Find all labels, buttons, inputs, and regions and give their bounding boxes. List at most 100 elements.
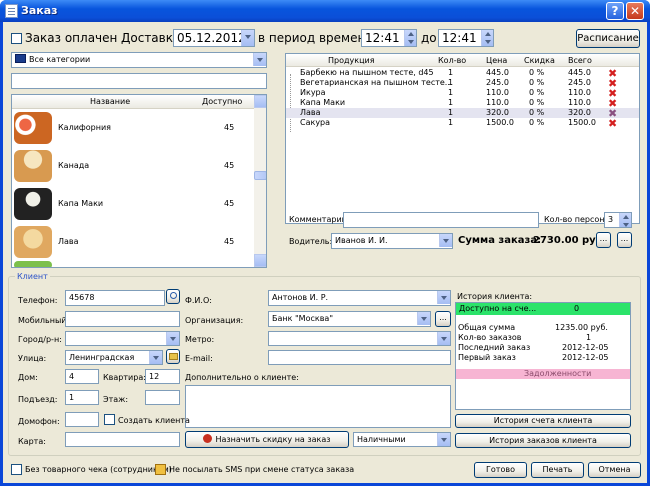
cell-qty: 1: [448, 88, 454, 97]
table-row[interactable]: Икура 1 110.0 0 % 110.0 ✖: [286, 88, 639, 99]
chevron-down-icon[interactable]: [437, 291, 450, 304]
floor-input[interactable]: [145, 390, 180, 405]
metro-select[interactable]: [268, 331, 451, 346]
persons-spinner[interactable]: [619, 213, 631, 227]
product-available: 45: [224, 237, 235, 246]
no-receipt-checkbox[interactable]: [11, 464, 22, 475]
time-from-field[interactable]: 12:41: [361, 29, 417, 47]
list-item[interactable]: Капа Маки 45: [12, 185, 254, 223]
table-row[interactable]: Барбекю на пышном тесте, d45 1 445.0 0 %…: [286, 68, 639, 79]
cell-qty: 1: [448, 118, 454, 127]
col-discount-header[interactable]: Скидка: [524, 56, 555, 65]
persons-field[interactable]: 3: [604, 212, 632, 228]
schedule-button[interactable]: Расписание: [576, 29, 640, 48]
entrance-input[interactable]: 1: [65, 390, 99, 405]
print-button[interactable]: Печать: [531, 462, 584, 478]
driver-select[interactable]: Иванов И. И.: [331, 233, 453, 249]
help-button[interactable]: ?: [606, 2, 624, 20]
cell-discount: 0 %: [529, 88, 545, 97]
no-sms-checkbox[interactable]: [155, 464, 166, 475]
search-icon: [169, 292, 177, 299]
floor-label: Этаж:: [103, 395, 129, 404]
chevron-down-icon[interactable]: [166, 332, 179, 345]
product-image: [14, 188, 52, 220]
scroll-up-button[interactable]: [254, 95, 266, 108]
street-select[interactable]: Ленинградская: [65, 350, 163, 365]
cell-qty: 1: [448, 68, 454, 77]
list-item[interactable]: Калифорния 45: [12, 109, 254, 147]
account-history-button[interactable]: История счета клиента: [455, 414, 631, 428]
col-available-header[interactable]: Доступно: [202, 97, 242, 106]
orders-count-value: 1: [586, 333, 592, 342]
street-map-button[interactable]: [166, 349, 180, 364]
chevron-down-icon[interactable]: [241, 30, 254, 46]
sum-extra-button[interactable]: ...: [617, 232, 632, 248]
payment-select[interactable]: Наличными: [353, 432, 451, 447]
phone-input[interactable]: 45678: [65, 290, 165, 306]
house-input[interactable]: 4: [65, 369, 99, 384]
driver-value: Иванов И. И.: [335, 236, 388, 245]
order-sum-label: Сумма заказа:: [458, 235, 542, 246]
close-button[interactable]: ✕: [626, 2, 644, 20]
email-input[interactable]: [268, 350, 451, 365]
chevron-down-icon[interactable]: [437, 332, 450, 345]
paid-checkbox[interactable]: [11, 33, 22, 44]
orders-history-button[interactable]: История заказов клиента: [455, 433, 631, 448]
city-select[interactable]: [65, 331, 180, 346]
flat-input[interactable]: 12: [145, 369, 180, 384]
time-to-spinner[interactable]: [481, 30, 493, 46]
col-price-header[interactable]: Цена: [486, 56, 507, 65]
window-client-area: Заказ оплачен Доставка 05.12.2012 в пери…: [3, 22, 647, 483]
product-search-input[interactable]: [11, 73, 267, 89]
table-row[interactable]: Капа Маки 1 110.0 0 % 110.0 ✖: [286, 98, 639, 109]
assign-discount-button[interactable]: Назначить скидку на заказ: [185, 431, 349, 448]
card-input[interactable]: [65, 432, 180, 447]
time-from-value: 12:41: [365, 31, 400, 45]
fio-select[interactable]: Антонов И. Р.: [268, 290, 451, 306]
phone-search-button[interactable]: [166, 289, 180, 304]
intercom-input[interactable]: [65, 412, 99, 427]
chevron-down-icon[interactable]: [253, 53, 266, 66]
table-row[interactable]: Сакура 1 1500.0 0 % 1500.0 ✖: [286, 118, 639, 129]
cancel-button[interactable]: Отмена: [588, 462, 641, 478]
cell-total: 445.0: [568, 68, 591, 77]
sum-details-button[interactable]: ...: [596, 232, 611, 248]
col-total-header[interactable]: Всего: [568, 56, 592, 65]
cell-qty: 1: [448, 98, 454, 107]
chevron-down-icon[interactable]: [437, 433, 450, 446]
chevron-down-icon[interactable]: [149, 351, 162, 364]
ready-button[interactable]: Готово: [474, 462, 527, 478]
delete-icon[interactable]: ✖: [608, 118, 617, 129]
list-item[interactable]: [12, 261, 254, 267]
scroll-down-button[interactable]: [254, 254, 266, 267]
category-select[interactable]: Все категории: [11, 52, 267, 68]
list-item[interactable]: Канада 45: [12, 147, 254, 185]
cell-price: 245.0: [486, 78, 509, 87]
comment-input[interactable]: [343, 212, 539, 228]
col-product-header[interactable]: Продукция: [328, 56, 375, 65]
phone-label: Телефон:: [18, 296, 58, 305]
product-list-scrollbar[interactable]: [254, 95, 266, 267]
total-sum-value: 1235.00 руб.: [555, 323, 608, 332]
cell-product: Сакура: [300, 118, 331, 127]
list-item[interactable]: Лава 45: [12, 223, 254, 261]
title-bar[interactable]: Заказ ? ✕: [0, 0, 650, 22]
col-name-header[interactable]: Название: [90, 97, 130, 106]
time-from-spinner[interactable]: [404, 30, 416, 46]
table-row[interactable]: Вегетарианская на пышном тесте... 1 245.…: [286, 78, 639, 89]
scroll-thumb[interactable]: [254, 171, 266, 180]
chevron-down-icon[interactable]: [417, 312, 430, 325]
org-details-button[interactable]: ...: [435, 311, 451, 327]
client-extra-textarea[interactable]: [185, 385, 451, 428]
mobile-input[interactable]: [65, 311, 180, 327]
cell-qty: 1: [448, 78, 454, 87]
time-to-field[interactable]: 12:41: [438, 29, 494, 47]
org-select[interactable]: Банк "Москва": [268, 311, 431, 327]
street-label: Улица:: [18, 354, 47, 363]
delivery-date-picker[interactable]: 05.12.2012: [173, 29, 255, 47]
col-qty-header[interactable]: Кол-во: [438, 56, 466, 65]
table-row-selected[interactable]: Лава 1 320.0 0 % 320.0 ✖: [286, 108, 639, 119]
create-client-checkbox[interactable]: [104, 414, 115, 425]
cell-total: 245.0: [568, 78, 591, 87]
chevron-down-icon[interactable]: [439, 234, 452, 247]
